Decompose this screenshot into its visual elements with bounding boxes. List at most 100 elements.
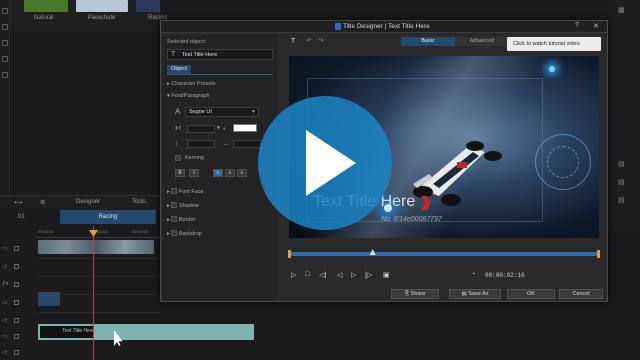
- hud-ring-inner: [547, 146, 579, 178]
- scrub-end-marker[interactable]: [597, 250, 600, 258]
- save-as-button[interactable]: ▤ Save As: [449, 289, 501, 299]
- align-center-button[interactable]: ≡: [225, 169, 235, 177]
- kerning-checkbox[interactable]: [175, 155, 181, 161]
- audio-track-icon: ◁: [2, 350, 7, 356]
- section-border[interactable]: ▸ Border: [167, 215, 195, 223]
- rewind-icon[interactable]: ◁: [337, 271, 342, 279]
- undo-icon[interactable]: ↶: [307, 38, 312, 44]
- bold-button[interactable]: B: [175, 169, 185, 177]
- video-clip[interactable]: [38, 292, 60, 306]
- tutorial-tooltip[interactable]: Click to watch tutorial video: [507, 37, 601, 51]
- tool-icon[interactable]: [2, 56, 8, 62]
- section-checkbox[interactable]: [171, 216, 178, 222]
- section-shadow[interactable]: ▸ Shadow: [167, 201, 199, 209]
- track-header: ◁: [0, 314, 36, 328]
- video-clip[interactable]: [38, 240, 154, 254]
- panel-icon[interactable]: ▤: [618, 196, 632, 204]
- track-header: ▭: [0, 242, 36, 256]
- playhead[interactable]: [93, 226, 94, 360]
- title-clip-label: Text Title Here: [62, 328, 95, 334]
- panel-icon[interactable]: ▤: [618, 178, 632, 186]
- tab-object[interactable]: Object: [167, 65, 191, 74]
- thumbnail-racing[interactable]: [136, 0, 160, 12]
- tool-icon[interactable]: [2, 72, 8, 78]
- tab-underline: [167, 74, 273, 75]
- designer-button[interactable]: Designer: [76, 199, 100, 205]
- section-checkbox[interactable]: [171, 202, 178, 208]
- char-spacing-field[interactable]: [233, 140, 261, 148]
- track-checkbox[interactable]: [14, 264, 19, 269]
- section-font-face[interactable]: ▸ Font Face: [167, 187, 204, 195]
- font-color-swatch[interactable]: [233, 124, 257, 132]
- project-tabs: 01 Racing: [0, 210, 160, 224]
- section-character-presets[interactable]: ▸ Character Presets: [167, 81, 216, 87]
- video-track-icon: ▭: [2, 300, 8, 306]
- video-play-button[interactable]: [258, 96, 392, 230]
- tools-button[interactable]: Tools: [132, 199, 146, 205]
- section-checkbox[interactable]: [171, 230, 178, 236]
- font-icon: A: [175, 107, 181, 116]
- fx-track-icon: ƒx: [2, 281, 9, 287]
- track-header: ◁: [0, 346, 36, 360]
- left-toolbar: [0, 0, 10, 200]
- font-family-select[interactable]: Segoe UI ▾: [185, 107, 259, 117]
- section-backdrop[interactable]: ▸ Backdrop: [167, 229, 202, 237]
- fast-forward-icon[interactable]: ▷: [351, 271, 356, 279]
- play-icon[interactable]: ▷: [291, 271, 296, 279]
- align-left-button[interactable]: ≡: [213, 169, 223, 177]
- align-right-button[interactable]: ≡: [237, 169, 247, 177]
- tool-icon[interactable]: [2, 40, 8, 46]
- advanced-mode-button[interactable]: Advanced: [455, 37, 509, 46]
- track-divider: [36, 276, 160, 277]
- track-checkbox[interactable]: [14, 282, 19, 287]
- share-button[interactable]: ⎘ Share: [391, 289, 439, 299]
- panel-icon[interactable]: ▤: [618, 160, 632, 168]
- selected-object-label: Selected object:: [167, 39, 207, 45]
- preview-scrub-bar[interactable]: [289, 252, 599, 256]
- grid-icon[interactable]: ▦: [618, 6, 632, 14]
- font-size-field[interactable]: [187, 125, 215, 133]
- chevron-down-icon: ▾: [252, 109, 255, 115]
- tab-number: 01: [18, 214, 25, 220]
- basic-mode-button[interactable]: Basic: [401, 37, 455, 46]
- line-spacing-field[interactable]: [187, 140, 215, 148]
- track-header: ƒx: [0, 278, 36, 292]
- thumbnail-natural[interactable]: [24, 0, 68, 12]
- track-checkbox[interactable]: [14, 246, 19, 251]
- track-checkbox[interactable]: [14, 350, 19, 355]
- cancel-button[interactable]: Cancel: [559, 289, 603, 299]
- thumbnail-label: Natural: [34, 15, 54, 21]
- next-frame-icon[interactable]: |▷: [365, 271, 372, 279]
- track-header: ◁: [0, 260, 36, 274]
- title-track-icon: ▭: [2, 334, 8, 340]
- chevron-down-icon: ▾: [217, 125, 220, 131]
- kerning-label: Kerning: [185, 155, 204, 161]
- help-button[interactable]: ?: [575, 22, 579, 29]
- italic-button[interactable]: I: [189, 169, 199, 177]
- section-checkbox[interactable]: [171, 188, 178, 194]
- selected-object-field[interactable]: T Text Title Here: [167, 49, 273, 60]
- timeline-ruler[interactable]: 00:00:00 00:00:04 00:00:08: [36, 228, 160, 238]
- redo-icon[interactable]: ↷: [319, 38, 324, 44]
- char-spacing-icon: ↔: [223, 141, 229, 147]
- mode-bar: ⟷ ⚙ Designer Tools: [0, 195, 160, 209]
- settings-icon[interactable]: ⟷: [14, 199, 23, 206]
- close-button[interactable]: ✕: [593, 22, 599, 30]
- tool-icon[interactable]: [2, 8, 8, 14]
- scrub-start-marker[interactable]: [288, 250, 291, 258]
- timecode-display: 00:00:02:16: [485, 272, 525, 279]
- tab-racing[interactable]: Racing: [60, 210, 156, 224]
- tool-icon[interactable]: [2, 24, 8, 30]
- dialog-titlebar: Title Designer | Text Title Here ? ✕: [161, 21, 607, 33]
- section-font-paragraph[interactable]: ▾ Font/Paragraph: [167, 93, 210, 99]
- track-checkbox[interactable]: [14, 334, 19, 339]
- thumbnail-parachute[interactable]: [76, 0, 128, 12]
- insert-text-icon[interactable]: T: [291, 38, 295, 45]
- ok-button[interactable]: OK: [507, 289, 555, 299]
- gear-icon[interactable]: ⚙: [40, 199, 45, 206]
- stop-icon[interactable]: □: [305, 271, 309, 278]
- track-checkbox[interactable]: [14, 300, 19, 305]
- track-checkbox[interactable]: [14, 318, 19, 323]
- previous-frame-icon[interactable]: ◁|: [319, 271, 326, 279]
- snapshot-icon[interactable]: ▣: [383, 271, 390, 279]
